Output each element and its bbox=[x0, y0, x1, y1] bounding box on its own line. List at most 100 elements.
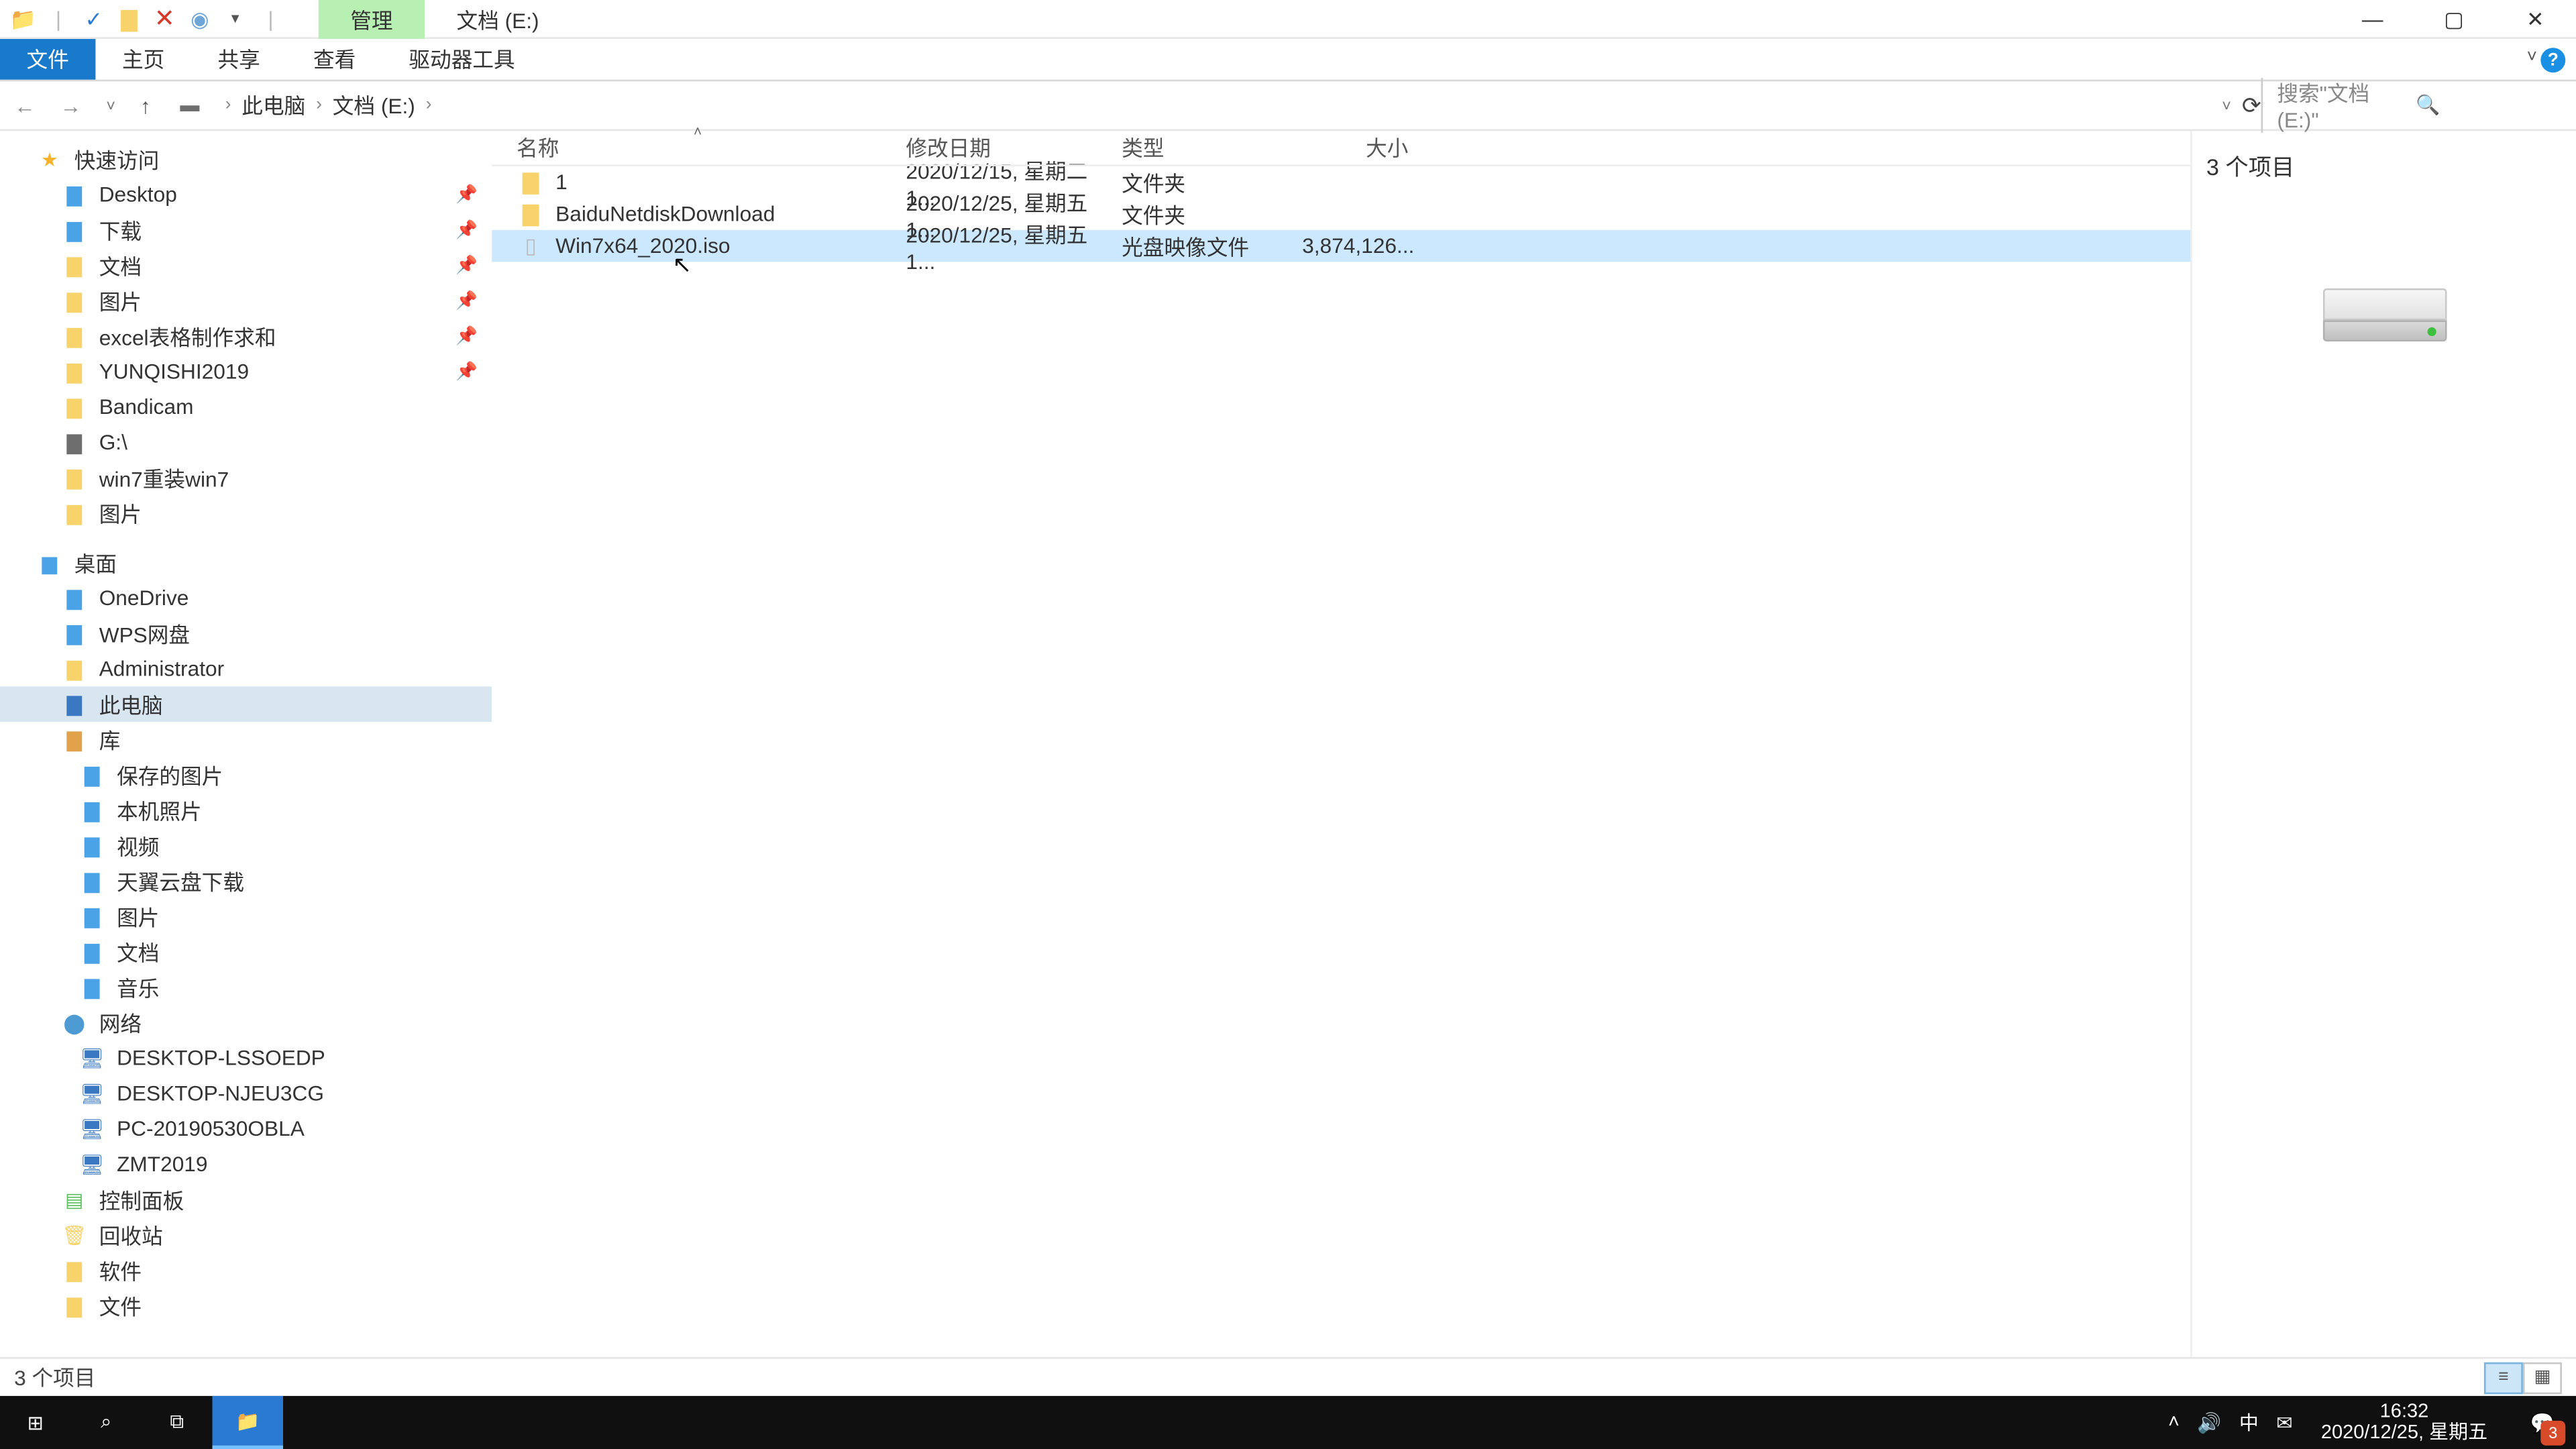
nav-library-item[interactable]: ▇文档 bbox=[0, 934, 492, 970]
nav-desktop-item[interactable]: ▇库 bbox=[0, 722, 492, 757]
chevron-right-icon[interactable]: › bbox=[316, 95, 322, 115]
nav-quick-access-item[interactable]: ▇win7重装win7 bbox=[0, 460, 492, 496]
nav-control-panel[interactable]: ▤控制面板 bbox=[0, 1182, 492, 1218]
nav-quick-access-item[interactable]: ▇文档📌 bbox=[0, 248, 492, 283]
search-placeholder: 搜索"文档 (E:)" bbox=[2277, 78, 2416, 133]
item-icon: ▇ bbox=[60, 727, 89, 752]
onedrive-tray-icon[interactable]: ✉ bbox=[2276, 1411, 2292, 1434]
nav-quick-access-item[interactable]: ▇Bandicam bbox=[0, 389, 492, 425]
search-button[interactable]: ⌕ bbox=[70, 1396, 141, 1449]
ime-indicator[interactable]: 中 bbox=[2239, 1408, 2259, 1436]
nav-desktop-item[interactable]: ▇WPS网盘 bbox=[0, 616, 492, 651]
file-row[interactable]: ▇12020/12/15, 星期二 1...文件夹 bbox=[492, 166, 2190, 198]
column-name[interactable]: 名称 bbox=[517, 133, 906, 163]
close-button[interactable]: ✕ bbox=[2495, 0, 2576, 39]
file-row[interactable]: ▯Win7x64_2020.iso2020/12/25, 星期五 1...光盘映… bbox=[492, 230, 2190, 262]
file-list-pane[interactable]: ˄ 名称 修改日期 类型 大小 ▇12020/12/15, 星期二 1...文件… bbox=[492, 131, 2190, 1357]
start-button[interactable]: ⊞ bbox=[0, 1396, 70, 1449]
action-center-button[interactable]: 💬3 bbox=[2516, 1396, 2569, 1449]
nav-recycle-bin[interactable]: 🗑回收站 bbox=[0, 1218, 492, 1253]
status-text: 3 个项目 bbox=[14, 1362, 95, 1393]
nav-library-item[interactable]: ▇本机照片 bbox=[0, 793, 492, 828]
nav-quick-access-item[interactable]: ▇YUNQISHI2019📌 bbox=[0, 354, 492, 389]
clock[interactable]: 16:32 2020/12/25, 星期五 bbox=[2310, 1401, 2498, 1444]
volume-icon[interactable]: 🔊 bbox=[2197, 1411, 2221, 1434]
notification-badge: 3 bbox=[2540, 1421, 2565, 1446]
pin-icon: 📌 bbox=[455, 291, 478, 311]
nav-quick-access-item[interactable]: ▇G:\ bbox=[0, 425, 492, 460]
qat-icon-app[interactable]: 📁 bbox=[7, 3, 39, 34]
breadcrumb-segment[interactable]: 此电脑 bbox=[241, 91, 305, 121]
taskbar-explorer[interactable]: 📁 bbox=[212, 1396, 282, 1449]
column-date[interactable]: 修改日期 bbox=[906, 133, 1122, 163]
clock-time: 16:32 bbox=[2321, 1401, 2487, 1423]
nav-library-item[interactable]: ▇天翼云盘下载 bbox=[0, 863, 492, 899]
nav-library-item[interactable]: ▇保存的图片 bbox=[0, 757, 492, 793]
qat-close-icon[interactable]: ✕ bbox=[149, 3, 180, 34]
nav-network-item[interactable]: 🖥DESKTOP-NJEU3CG bbox=[0, 1076, 492, 1112]
breadcrumb-segment[interactable]: 文档 (E:) bbox=[333, 91, 415, 121]
nav-library-item[interactable]: ▇图片 bbox=[0, 899, 492, 934]
column-headers[interactable]: ˄ 名称 修改日期 类型 大小 bbox=[492, 131, 2190, 166]
nav-forward-button[interactable]: → bbox=[60, 93, 82, 117]
nav-library-item[interactable]: ▇视频 bbox=[0, 828, 492, 863]
nav-desktop-item[interactable]: ▇OneDrive bbox=[0, 580, 492, 616]
nav-desktop[interactable]: ▆桌面 bbox=[0, 545, 492, 580]
nav-library-item[interactable]: ▇音乐 bbox=[0, 969, 492, 1005]
view-details-button[interactable]: ≡ bbox=[2484, 1361, 2523, 1393]
ribbon-tab-home[interactable]: 主页 bbox=[95, 39, 191, 80]
nav-software[interactable]: ▇软件 bbox=[0, 1252, 492, 1288]
folder-icon: ▇ bbox=[60, 430, 89, 455]
nav-network-item[interactable]: 🖥DESKTOP-LSSOEDP bbox=[0, 1040, 492, 1076]
ribbon-tab-view[interactable]: 查看 bbox=[286, 39, 382, 80]
collapse-ribbon-icon[interactable]: ˅ bbox=[2527, 48, 2537, 67]
help-icon[interactable]: ? bbox=[2540, 48, 2565, 72]
nav-quick-access-item[interactable]: ▇Desktop📌 bbox=[0, 177, 492, 213]
minimize-button[interactable]: — bbox=[2332, 0, 2413, 39]
task-view-button[interactable]: ⧉ bbox=[142, 1396, 212, 1449]
taskbar[interactable]: ⊞ ⌕ ⧉ 📁 ˄ 🔊 中 ✉ 16:32 2020/12/25, 星期五 💬3 bbox=[0, 1396, 2576, 1449]
chevron-right-icon[interactable]: › bbox=[426, 95, 432, 115]
ribbon-tab-file[interactable]: 文件 bbox=[0, 39, 95, 80]
breadcrumb-bar[interactable]: ▬ › 此电脑 › 文档 (E:) › bbox=[165, 91, 2222, 121]
item-icon: ▇ bbox=[60, 656, 89, 681]
nav-desktop-item[interactable]: ▇Administrator bbox=[0, 651, 492, 687]
contextual-tab-manage[interactable]: 管理 bbox=[319, 0, 425, 39]
nav-back-button[interactable]: ← bbox=[14, 93, 36, 117]
qat-folder-icon[interactable]: ▇ bbox=[113, 3, 145, 34]
qat-check-icon[interactable]: ✓ bbox=[78, 3, 109, 34]
nav-quick-access[interactable]: ★快速访问 bbox=[0, 142, 492, 177]
address-dropdown-icon[interactable]: ˅ bbox=[2222, 97, 2231, 114]
file-row[interactable]: ▇BaiduNetdiskDownload2020/12/25, 星期五 1..… bbox=[492, 198, 2190, 229]
column-type[interactable]: 类型 bbox=[1122, 133, 1302, 163]
folder-icon: ▇ bbox=[60, 1293, 89, 1318]
refresh-icon[interactable]: ⟳ bbox=[2242, 91, 2261, 119]
nav-quick-access-item[interactable]: ▇下载📌 bbox=[0, 212, 492, 248]
file-type: 文件夹 bbox=[1122, 199, 1302, 229]
tray-chevron-up-icon[interactable]: ˄ bbox=[2168, 1412, 2180, 1434]
view-thumbnails-button[interactable]: ▦ bbox=[2523, 1361, 2562, 1393]
address-bar-row: ← → ˅ ↑ ▬ › 此电脑 › 文档 (E:) › ˅ ⟳ 搜索"文档 (E… bbox=[0, 81, 2576, 131]
nav-history-dropdown[interactable]: ˅ bbox=[106, 97, 115, 114]
nav-quick-access-item[interactable]: ▇图片📌 bbox=[0, 283, 492, 319]
maximize-button[interactable]: ▢ bbox=[2413, 0, 2494, 39]
navigation-pane[interactable]: ★快速访问 ▇Desktop📌▇下载📌▇文档📌▇图片📌▇excel表格制作求和📌… bbox=[0, 131, 492, 1357]
ribbon-tab-share[interactable]: 共享 bbox=[191, 39, 286, 80]
chevron-right-icon[interactable]: › bbox=[225, 95, 231, 115]
library-icon: ▇ bbox=[78, 939, 106, 964]
ribbon-tab-drive-tools[interactable]: 驱动器工具 bbox=[382, 39, 541, 80]
nav-network[interactable]: ⬤网络 bbox=[0, 1005, 492, 1040]
nav-network-item[interactable]: 🖥PC-20190530OBLA bbox=[0, 1111, 492, 1146]
computer-icon: 🖥 bbox=[78, 1152, 106, 1177]
nav-files[interactable]: ▇文件 bbox=[0, 1288, 492, 1324]
qat-dropdown-icon[interactable]: ▾ bbox=[219, 3, 251, 34]
nav-desktop-item[interactable]: ▇此电脑 bbox=[0, 686, 492, 722]
nav-quick-access-item[interactable]: ▇excel表格制作求和📌 bbox=[0, 319, 492, 354]
nav-network-item[interactable]: 🖥ZMT2019 bbox=[0, 1146, 492, 1182]
search-icon[interactable]: 🔍 bbox=[2416, 94, 2562, 117]
column-size[interactable]: 大小 bbox=[1302, 133, 1408, 163]
nav-quick-access-item[interactable]: ▇图片 bbox=[0, 495, 492, 531]
qat-app-icon[interactable]: ◉ bbox=[184, 3, 215, 34]
nav-up-button[interactable]: ↑ bbox=[140, 93, 151, 117]
search-box[interactable]: 搜索"文档 (E:)" 🔍 bbox=[2261, 78, 2562, 133]
